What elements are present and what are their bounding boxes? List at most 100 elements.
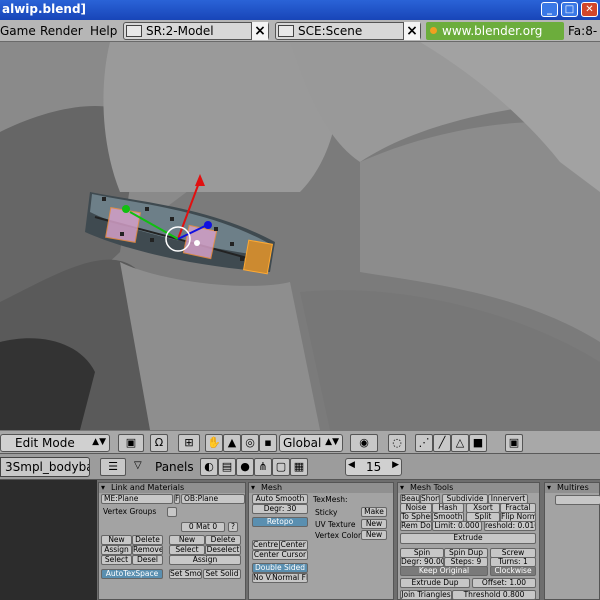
object-datablock-field[interactable]: OB:Plane (181, 494, 245, 504)
increment-arrow-icon[interactable]: ▶ (392, 460, 399, 470)
vertex-color-label: Vertex Color (315, 531, 362, 540)
mat-deselect-button[interactable]: Deselect (205, 545, 241, 555)
scene-context-icon[interactable]: ▦ (290, 458, 308, 476)
vgroup-new-button[interactable]: New (101, 535, 132, 545)
screen-browse-icon[interactable] (126, 25, 142, 37)
vertex-select-icon[interactable]: ⋰ (415, 434, 433, 452)
add-multires-button[interactable] (555, 495, 600, 505)
menu-render[interactable]: Render (40, 24, 83, 38)
shading-context-icon[interactable]: ● (236, 458, 254, 476)
minimize-button[interactable]: _ (541, 2, 558, 17)
close-button[interactable]: ✕ (581, 2, 598, 17)
screen-selector[interactable]: SR:2-Model × (123, 22, 269, 40)
menu-help[interactable]: Help (90, 24, 117, 38)
scene-browse-icon[interactable] (278, 25, 294, 37)
mat-delete-button[interactable]: Delete (205, 535, 241, 545)
version-link[interactable]: www.blender.org 249.2 (426, 22, 564, 56)
sticky-make-button[interactable]: Make (361, 507, 387, 517)
cube-icon[interactable]: ■ (469, 434, 487, 452)
uv-texture-new-button[interactable]: New (361, 519, 387, 529)
frame-number-field[interactable]: ◀ 15 ▶ (345, 458, 402, 476)
rotate-manipulator-icon[interactable]: ▲ (223, 434, 241, 452)
double-sided-toggle[interactable]: Double Sided (252, 563, 308, 573)
screen-delete-icon[interactable]: × (251, 22, 268, 40)
maximize-button[interactable]: □ (561, 2, 578, 17)
buttons-window-header: 3Smpl_bodybald.j ☰ ▽ Panels ◐ ▤ ● ⋔ ▢ ▦ … (0, 454, 600, 480)
pivot-icon[interactable]: ◉ (350, 434, 378, 452)
object-context-icon[interactable]: ⋔ (254, 458, 272, 476)
vgroup-desel-button[interactable]: Desel (132, 555, 163, 565)
vgroup-select-button[interactable]: Select (101, 555, 132, 565)
set-smooth-button[interactable]: Set Smo (169, 569, 202, 579)
mode-selector[interactable]: Edit Mode ▲▼ (0, 434, 110, 452)
face-select-icon[interactable]: △ (451, 434, 469, 452)
material-index-field[interactable]: 0 Mat 0 (181, 522, 225, 532)
face-stats: Fa:8- (568, 24, 598, 38)
edge-select-icon[interactable]: ╱ (433, 434, 451, 452)
vgroup-delete-button[interactable]: Delete (132, 535, 163, 545)
extrude-dup-button[interactable]: Extrude Dup (400, 578, 470, 588)
vertex-color-new-button[interactable]: New (361, 530, 387, 540)
sticky-label: Sticky (315, 508, 338, 517)
scene-selector[interactable]: SCE:Scene × (275, 22, 421, 40)
threshold-field[interactable]: reshold: 0.010 (484, 521, 536, 531)
collapse-arrow-icon[interactable]: ▽ (134, 460, 142, 471)
join-threshold-field[interactable]: Threshold 0.800 (452, 590, 536, 600)
multires-panel: Multires (544, 482, 600, 600)
file-name-button[interactable]: 3Smpl_bodybald.j (0, 457, 90, 477)
menu-game[interactable]: Game (0, 24, 36, 38)
snap-icon[interactable]: ⊞ (178, 434, 200, 452)
link-panel-title[interactable]: Link and Materials (99, 483, 245, 493)
no-vnormal-flip-toggle[interactable]: No V.Normal Fli (252, 573, 308, 583)
mat-new-button[interactable]: New (169, 535, 205, 545)
fake-user-button[interactable]: F (174, 494, 180, 504)
vgroup-assign-button[interactable]: Assign (101, 545, 132, 555)
extrude-button[interactable]: Extrude (400, 533, 536, 544)
center-new-button[interactable]: Centre|Center Ne (252, 540, 308, 550)
proportional-icon[interactable]: Ω (150, 434, 168, 452)
decrement-arrow-icon[interactable]: ◀ (348, 460, 355, 470)
occlude-icon[interactable]: ◌ (388, 434, 406, 452)
offset-field[interactable]: Offset: 1.00 (472, 578, 536, 588)
texmesh-label: TexMesh: (313, 495, 348, 504)
join-triangles-button[interactable]: Join Triangles (400, 590, 452, 600)
scene-delete-icon[interactable]: × (403, 22, 420, 40)
window-title: alwip.blend] (2, 2, 87, 16)
scale-manipulator-icon[interactable]: ◎ (241, 434, 259, 452)
link-materials-panel: Link and Materials ME:Plane F OB:Plane V… (98, 482, 246, 600)
mat-select-button[interactable]: Select (169, 545, 205, 555)
help-button[interactable]: ? (228, 522, 238, 532)
logic-context-icon[interactable]: ◐ (200, 458, 218, 476)
keep-original-toggle[interactable]: Keep Original (400, 566, 488, 576)
editor-type-icon[interactable]: ☰ (100, 458, 126, 476)
multires-title[interactable]: Multires (545, 483, 599, 493)
orientation-selector[interactable]: Global ▲▼ (279, 434, 343, 452)
viewport-render[interactable] (0, 42, 600, 430)
panels-label: Panels (155, 460, 194, 474)
limit-field[interactable]: Limit: 0.000 (432, 521, 482, 531)
retopo-toggle[interactable]: Retopo (252, 517, 308, 527)
vgroup-browse-button[interactable] (167, 507, 177, 517)
translate-manipulator-icon[interactable]: ▪ (259, 434, 277, 452)
clockwise-toggle[interactable]: Clockwise (490, 566, 536, 576)
3d-viewport[interactable] (0, 42, 600, 430)
degr-field[interactable]: Degr: 30 (252, 504, 308, 514)
mesh-datablock-field[interactable]: ME:Plane (101, 494, 173, 504)
script-context-icon[interactable]: ▤ (218, 458, 236, 476)
hand-icon[interactable]: ✋ (205, 434, 223, 452)
mesh-tools-title[interactable]: Mesh Tools (398, 483, 539, 493)
frame-value: 15 (366, 460, 382, 474)
draw-type-icon[interactable]: ▣ (118, 434, 144, 452)
mesh-panel-title[interactable]: Mesh (249, 483, 393, 493)
editing-context-icon[interactable]: ▢ (272, 458, 290, 476)
set-solid-button[interactable]: Set Solid (203, 569, 241, 579)
screen-name: SR:2-Model (146, 24, 214, 38)
render-icon[interactable]: ▣ (505, 434, 523, 452)
mat-assign-button[interactable]: Assign (169, 555, 241, 565)
vgroup-remove-button[interactable]: Remove (132, 545, 163, 555)
mode-label: Edit Mode (15, 436, 75, 450)
auto-smooth-toggle[interactable]: Auto Smooth (252, 494, 308, 504)
center-cursor-button[interactable]: Center Cursor (252, 550, 308, 560)
autotexspace-toggle[interactable]: AutoTexSpace (101, 569, 163, 579)
remove-doubles-button[interactable]: Rem Dou (400, 521, 432, 531)
